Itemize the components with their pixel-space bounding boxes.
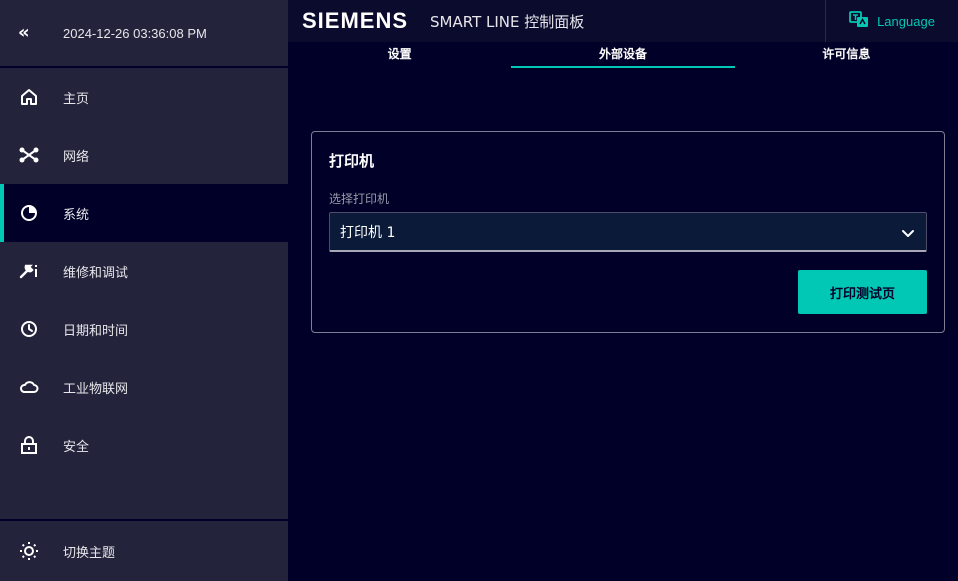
print-test-page-button[interactable]: 打印测试页: [798, 270, 927, 314]
sidebar-nav: 主页 网络 系统 维修和调试 日期和时间 工业物联网 安全: [0, 68, 288, 474]
sidebar-item-label: 安全: [63, 439, 90, 455]
chevron-down-icon: [900, 225, 916, 241]
tab-license-info[interactable]: 许可信息: [735, 42, 958, 68]
printer-select[interactable]: 打印机 1: [329, 212, 927, 252]
title-bar: SIEMENS SMART LINE 控制面板 Language: [288, 0, 958, 42]
app-title: SMART LINE 控制面板: [430, 12, 585, 31]
sidebar-item-label: 工业物联网: [63, 381, 129, 397]
collapse-sidebar-icon[interactable]: «: [18, 24, 40, 42]
theme-toggle-label: 切换主题: [63, 545, 116, 561]
language-label: Language: [877, 13, 935, 29]
printer-card: 打印机 选择打印机 打印机 1 打印测试页: [311, 131, 945, 333]
cloud-icon: [18, 376, 40, 398]
sidebar-item-label: 系统: [63, 207, 90, 223]
current-datetime: 2024-12-26 03:36:08 PM: [63, 25, 207, 41]
sidebar-item-label: 维修和调试: [63, 265, 129, 281]
sidebar-item-label: 主页: [63, 91, 90, 107]
printer-select-value: 打印机 1: [340, 224, 396, 241]
sidebar-item-datetime[interactable]: 日期和时间: [0, 300, 288, 358]
language-icon: [849, 10, 869, 32]
sidebar-item-maintenance[interactable]: 维修和调试: [0, 242, 288, 300]
select-printer-label: 选择打印机: [329, 192, 390, 206]
wrench-icon: [18, 260, 40, 282]
sidebar-item-home[interactable]: 主页: [0, 68, 288, 126]
tab-external-devices[interactable]: 外部设备: [511, 42, 735, 68]
sidebar-item-network[interactable]: 网络: [0, 126, 288, 184]
app-header: SIEMENS SMART LINE 控制面板 Language 设置 外部设备…: [288, 0, 958, 68]
lock-icon: [18, 434, 40, 456]
sun-icon: [18, 540, 40, 562]
sidebar-item-iiot[interactable]: 工业物联网: [0, 358, 288, 416]
sidebar-item-security[interactable]: 安全: [0, 416, 288, 474]
tab-settings[interactable]: 设置: [288, 42, 511, 68]
home-icon: [18, 86, 40, 108]
sidebar-header: « 2024-12-26 03:36:08 PM: [0, 0, 288, 68]
theme-toggle-button[interactable]: 切换主题: [0, 519, 288, 581]
sidebar: « 2024-12-26 03:36:08 PM 主页 网络 系统 维修和调试 …: [0, 0, 288, 581]
language-button[interactable]: Language: [825, 0, 958, 42]
sidebar-item-system[interactable]: 系统: [0, 184, 288, 242]
pie-chart-icon: [18, 202, 40, 224]
clock-icon: [18, 318, 40, 340]
siemens-logo: SIEMENS: [302, 8, 409, 33]
sidebar-item-label: 日期和时间: [63, 323, 129, 339]
tab-bar: 设置 外部设备 许可信息: [288, 42, 958, 68]
network-icon: [18, 144, 40, 166]
printer-card-title: 打印机: [329, 152, 375, 170]
sidebar-item-label: 网络: [63, 149, 90, 165]
